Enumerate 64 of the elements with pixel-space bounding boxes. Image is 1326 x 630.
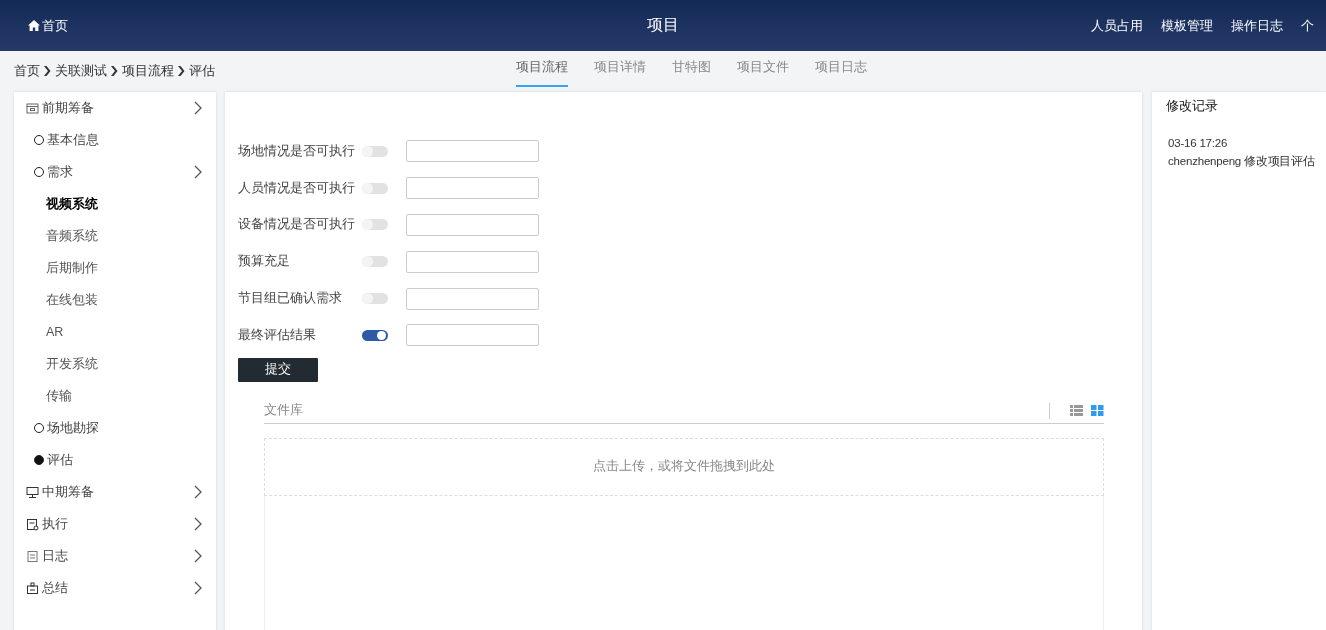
grid-icon [1091, 405, 1104, 417]
sidebar-item[interactable]: 需求 [14, 156, 216, 188]
sidebar-item[interactable]: 音频系统 [14, 220, 216, 252]
monitor-icon [26, 485, 39, 499]
chevron-right-icon [44, 66, 51, 76]
grid-view-button[interactable] [1091, 405, 1104, 417]
breadcrumb-item[interactable]: 首页 [14, 62, 40, 80]
field-label: 最终评估结果 [238, 326, 317, 344]
list-icon [1070, 405, 1083, 417]
submit-button[interactable]: 提交 [238, 357, 318, 382]
sidebar-item[interactable]: AR [14, 316, 216, 348]
home-link[interactable]: 首页 [28, 16, 68, 35]
sidebar-item[interactable]: 执行 [14, 508, 216, 540]
notepad-icon [26, 549, 39, 563]
sidebar-item[interactable]: 总结 [14, 572, 216, 604]
field-label: 场地情况是否可执行 [238, 142, 356, 160]
field-label: 设备情况是否可执行 [238, 216, 356, 234]
breadcrumb-item[interactable]: 关联测试 [55, 62, 107, 80]
chevron-right-icon [111, 66, 118, 76]
sidebar-item[interactable]: 前期筹备 [14, 92, 216, 124]
input-field[interactable] [406, 140, 539, 163]
sidebar-item[interactable]: 在线包装 [14, 284, 216, 316]
clipboard-icon [26, 581, 39, 595]
input-field[interactable] [406, 287, 539, 310]
toggle-switch[interactable] [362, 219, 388, 231]
toggle-switch[interactable] [362, 182, 388, 194]
sidebar-item[interactable]: 场地勘探 [14, 412, 216, 444]
toggle-switch[interactable] [362, 145, 388, 157]
sidebar-item[interactable]: 中期筹备 [14, 476, 216, 508]
upload-dropzone[interactable]: 点击上传，或将文件拖拽到此处 [264, 437, 1104, 496]
tab[interactable]: 项目流程 [516, 51, 568, 87]
nav-link[interactable]: 个 [1301, 16, 1314, 35]
log-text: chenzhenpeng 修改项目评估 [1168, 154, 1316, 169]
sidebar-item[interactable]: 日志 [14, 540, 216, 572]
sidebar-item[interactable]: 传输 [14, 380, 216, 412]
breadcrumb-item[interactable]: 项目流程 [122, 62, 174, 80]
nav-link[interactable]: 模板管理 [1161, 16, 1213, 35]
document-icon [26, 517, 39, 531]
panel-title: 修改记录 [1166, 98, 1219, 115]
nav-link[interactable]: 人员占用 [1091, 16, 1143, 35]
toggle-switch[interactable] [362, 256, 388, 268]
toggle-switch[interactable] [362, 329, 388, 341]
input-field[interactable] [406, 214, 539, 236]
list-view-button[interactable] [1070, 405, 1083, 417]
sidebar-item[interactable]: 视频系统 [14, 188, 216, 220]
sidebar-item[interactable]: 后期制作 [14, 252, 216, 284]
breadcrumb-item: 评估 [189, 62, 215, 80]
sidebar-item[interactable]: 评估 [14, 444, 216, 476]
calendar-icon [26, 101, 39, 115]
page-title: 项目 [647, 15, 679, 35]
log-time: 03-16 17:26 [1168, 136, 1229, 151]
nav-link[interactable]: 操作日志 [1231, 16, 1283, 35]
home-icon [28, 20, 40, 31]
field-label: 节目组已确认需求 [238, 290, 343, 308]
input-field[interactable] [406, 177, 539, 200]
field-label: 人员情况是否可执行 [238, 179, 356, 197]
input-field[interactable] [406, 324, 539, 347]
input-field[interactable] [406, 250, 539, 273]
section-title: 文件库 [264, 402, 303, 420]
sidebar-item[interactable]: 基本信息 [14, 124, 216, 156]
sidebar-item[interactable]: 开发系统 [14, 348, 216, 380]
chevron-right-icon [178, 66, 185, 76]
field-label: 预算充足 [238, 253, 291, 271]
toggle-switch[interactable] [362, 293, 388, 305]
